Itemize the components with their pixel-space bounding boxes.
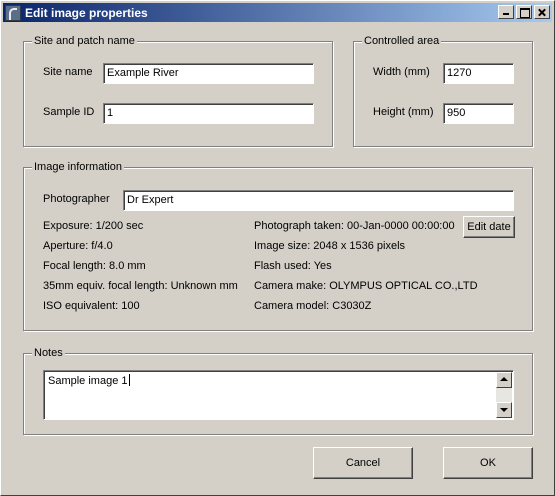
camera-make-text: Camera make: OLYMPUS OPTICAL CO.,LTD: [254, 280, 478, 292]
edit-date-button[interactable]: Edit date: [463, 216, 515, 238]
controlled-area-legend: Controlled area: [362, 35, 442, 47]
window-title: Edit image properties: [25, 5, 148, 20]
app-icon: [5, 4, 21, 21]
width-label: Width (mm): [373, 66, 430, 78]
focal-length-text: Focal length: 8.0 mm: [43, 260, 146, 272]
photographer-label: Photographer: [43, 193, 110, 205]
sample-id-field[interactable]: 1: [103, 103, 314, 124]
width-field[interactable]: 1270: [443, 63, 514, 84]
ok-button[interactable]: OK: [443, 447, 533, 479]
site-name-label: Site name: [43, 66, 93, 78]
notes-value: Sample image 1: [48, 375, 128, 387]
camera-model-text: Camera model: C3030Z: [254, 300, 372, 312]
cancel-button[interactable]: Cancel: [313, 447, 413, 479]
iso-text: ISO equivalent: 100: [43, 300, 140, 312]
height-field[interactable]: 950: [443, 103, 514, 124]
scroll-down-arrow-icon[interactable]: [496, 402, 512, 418]
site-patch-group: Site and patch name: [23, 35, 333, 147]
site-patch-legend: Site and patch name: [32, 35, 137, 47]
close-button[interactable]: [534, 5, 550, 19]
site-name-field[interactable]: Example River: [103, 63, 314, 84]
aperture-text: Aperture: f/4.0: [43, 240, 113, 252]
photo-taken-text: Photograph taken: 00-Jan-0000 00:00:00: [254, 220, 455, 232]
maximize-button[interactable]: [516, 5, 532, 19]
notes-scrollbar[interactable]: [496, 372, 512, 418]
image-size-text: Image size: 2048 x 1536 pixels: [254, 240, 406, 252]
photographer-field[interactable]: Dr Expert: [123, 190, 514, 211]
title-buttons: [496, 5, 550, 19]
exposure-text: Exposure: 1/200 sec: [43, 220, 144, 232]
dialog-window: Edit image properties Site and patch nam…: [0, 0, 555, 496]
height-label: Height (mm): [373, 106, 434, 118]
text-caret: [128, 374, 130, 386]
notes-text-wrap: Sample image 1: [48, 374, 130, 387]
flash-text: Flash used: Yes: [254, 260, 332, 272]
focal-35mm-text: 35mm equiv. focal length: Unknown mm: [43, 280, 238, 292]
title-bar[interactable]: Edit image properties: [3, 3, 552, 22]
scroll-up-arrow-icon[interactable]: [496, 372, 512, 388]
minimize-button[interactable]: [498, 5, 514, 19]
sample-id-label: Sample ID: [43, 106, 95, 118]
image-info-legend: Image information: [32, 161, 125, 173]
notes-legend: Notes: [32, 347, 65, 359]
notes-textarea[interactable]: Sample image 1: [43, 370, 514, 420]
controlled-area-group: Controlled area: [353, 35, 533, 147]
